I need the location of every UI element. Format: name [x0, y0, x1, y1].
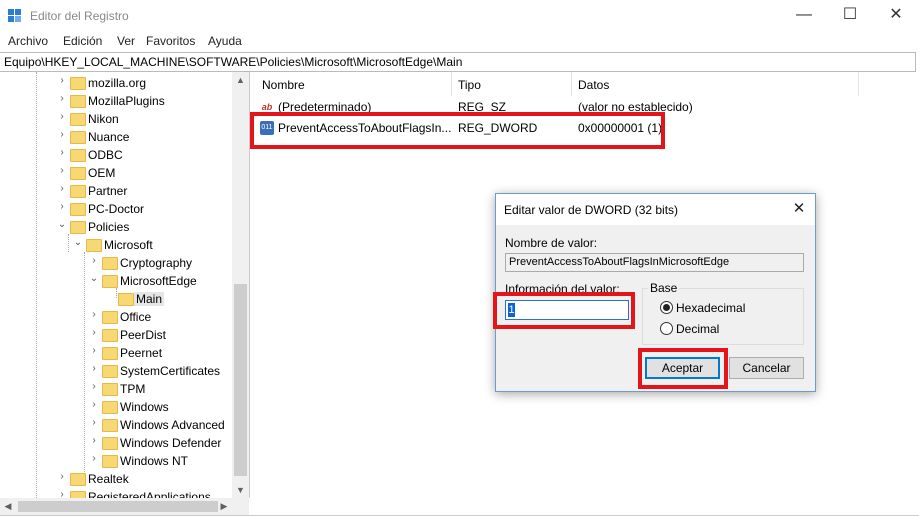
folder-icon [102, 347, 118, 360]
radio-decimal-label[interactable]: Decimal [676, 322, 719, 336]
folder-icon [70, 185, 86, 198]
radio-hexadecimal-label[interactable]: Hexadecimal [676, 301, 745, 315]
title-bar: Editor del Registro — ☐ ✕ [0, 0, 919, 32]
folder-icon [118, 293, 134, 306]
folder-icon [70, 131, 86, 144]
maximize-button[interactable]: ☐ [827, 0, 873, 32]
folder-open-icon [70, 221, 86, 234]
radio-hexadecimal[interactable] [660, 301, 673, 314]
tree-horizontal-scrollbar[interactable]: ◀ ▶ [0, 498, 249, 515]
cancel-button[interactable]: Cancelar [729, 357, 804, 379]
column-header-name[interactable]: Nombre [255, 72, 452, 96]
folder-icon [102, 311, 118, 324]
minimize-button[interactable]: — [781, 0, 827, 32]
value-name-field: PreventAccessToAboutFlagsInMicrosoftEdge [505, 253, 804, 272]
folder-icon [102, 329, 118, 342]
menu-ver[interactable]: Ver [117, 34, 135, 48]
column-header-type[interactable]: Tipo [451, 72, 572, 96]
folder-icon [102, 383, 118, 396]
folder-icon [102, 401, 118, 414]
folder-icon [70, 167, 86, 180]
folder-open-icon [102, 275, 118, 288]
tree-guide-line [116, 288, 117, 298]
scroll-left-icon[interactable]: ◀ [0, 498, 16, 515]
base-label: Base [648, 281, 680, 295]
folder-icon [70, 203, 86, 216]
address-path: Equipo\HKEY_LOCAL_MACHINE\SOFTWARE\Polic… [4, 55, 463, 69]
tree-guide-line [68, 234, 69, 252]
folder-icon [102, 437, 118, 450]
folder-icon [102, 455, 118, 468]
address-bar[interactable]: Equipo\HKEY_LOCAL_MACHINE\SOFTWARE\Polic… [0, 52, 916, 72]
dialog-title-bar: Editar valor de DWORD (32 bits) ✕ [496, 194, 815, 225]
scroll-up-icon[interactable]: ▲ [232, 72, 249, 88]
folder-icon [102, 419, 118, 432]
menu-bar: Archivo Edición Ver Favoritos Ayuda [0, 32, 919, 52]
highlight-box-value-input [493, 292, 635, 329]
folder-icon [102, 365, 118, 378]
menu-edicion[interactable]: Edición [63, 34, 102, 48]
menu-archivo[interactable]: Archivo [8, 34, 48, 48]
registry-tree: › mozilla.org › MozillaPlugins › Nikon › Nua… [0, 72, 250, 498]
scroll-thumb[interactable] [18, 501, 218, 512]
highlight-box-ok-button [638, 348, 728, 389]
close-button[interactable]: ✕ [873, 0, 919, 32]
scroll-right-icon[interactable]: ▶ [216, 498, 232, 515]
value-name-label: Nombre de valor: [505, 236, 598, 250]
folder-icon [70, 491, 86, 498]
base-groupbox [642, 288, 804, 345]
tree-guide-line [84, 252, 85, 486]
dialog-close-icon[interactable]: ✕ [789, 199, 809, 219]
window-title: Editor del Registro [30, 9, 129, 23]
tree-vertical-scrollbar[interactable]: ▲ ▼ [232, 72, 249, 498]
column-header-data[interactable]: Datos [571, 72, 859, 96]
folder-icon [70, 149, 86, 162]
folder-icon [70, 95, 86, 108]
menu-ayuda[interactable]: Ayuda [208, 34, 242, 48]
tree-guide-line [36, 72, 37, 498]
folder-open-icon [86, 239, 102, 252]
radio-decimal[interactable] [660, 322, 673, 335]
folder-icon [102, 257, 118, 270]
folder-icon [70, 473, 86, 486]
folder-icon [70, 113, 86, 126]
scroll-thumb[interactable] [234, 284, 247, 476]
dialog-title: Editar valor de DWORD (32 bits) [504, 203, 679, 217]
menu-favoritos[interactable]: Favoritos [146, 34, 195, 48]
highlight-box-value-row [250, 112, 665, 149]
scroll-down-icon[interactable]: ▼ [232, 482, 249, 498]
folder-icon [70, 77, 86, 90]
registry-app-icon [8, 9, 22, 23]
